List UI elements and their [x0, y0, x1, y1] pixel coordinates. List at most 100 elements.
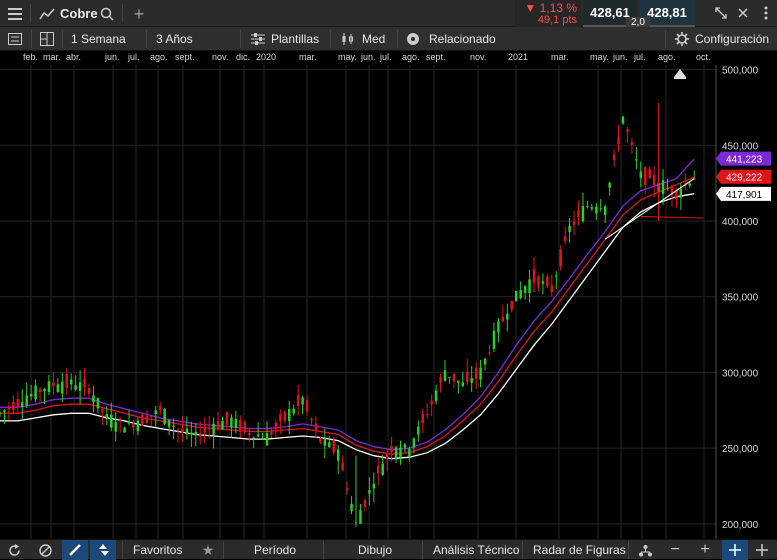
candle	[559, 249, 562, 267]
period-tab[interactable]: Período	[254, 543, 296, 557]
candle	[34, 385, 37, 400]
candle	[563, 236, 567, 242]
zoom-out-icon[interactable]: −	[667, 541, 683, 558]
candle	[408, 448, 411, 458]
drawing-tab[interactable]: Dibujo	[358, 543, 392, 557]
time-axis-label: mar.	[43, 52, 61, 62]
layout-icon[interactable]	[38, 30, 56, 48]
candle	[87, 387, 91, 394]
candle	[350, 503, 353, 512]
candle	[296, 395, 300, 406]
pattern-radar-tab[interactable]: Radar de Figuras	[533, 543, 626, 557]
refresh-icon[interactable]	[6, 542, 22, 558]
candle	[510, 301, 513, 310]
interval-selector[interactable]: 1 Semana	[71, 32, 126, 46]
time-axis-label: sept.	[426, 52, 446, 62]
candle	[154, 410, 157, 414]
price-label: 417,901	[726, 190, 763, 201]
candle	[652, 175, 656, 186]
search-icon[interactable]	[98, 5, 116, 23]
technical-analysis-tab[interactable]: Análisis Técnico	[433, 543, 519, 557]
candle	[118, 420, 122, 422]
candle	[110, 414, 113, 428]
favorites-tab[interactable]: Favoritos	[133, 543, 182, 557]
candle	[519, 289, 522, 298]
divider	[146, 30, 147, 48]
change-panel: ▼ 1,13 % 49,1 pts	[515, 0, 581, 27]
candle	[345, 488, 349, 491]
divider	[30, 4, 31, 22]
candle	[194, 431, 198, 436]
ma-long-line	[0, 193, 695, 460]
candle	[216, 420, 220, 429]
divider	[665, 30, 666, 48]
candle	[256, 434, 260, 437]
ma-short-line	[0, 158, 695, 451]
candle	[332, 440, 335, 453]
menu-icon[interactable]	[6, 5, 24, 23]
candle	[239, 419, 242, 432]
time-axis-label: abr.	[66, 52, 82, 62]
settings-button[interactable]: Configuración	[695, 32, 769, 46]
crosshair-icon[interactable]	[722, 540, 748, 560]
candle	[603, 206, 607, 215]
price-chart[interactable]: 200,000 250,000 300,000 350,000 400,000 450,0…	[0, 65, 777, 539]
star-icon[interactable]: ★	[200, 542, 216, 558]
divider	[323, 541, 324, 559]
candle	[101, 408, 104, 412]
candle	[38, 389, 42, 393]
candle	[96, 397, 100, 409]
chart-canvas[interactable]: 200,000 250,000 300,000 350,000 400,000 450,0…	[0, 65, 777, 539]
divider	[122, 541, 123, 559]
divider	[397, 30, 398, 48]
candle	[230, 417, 233, 428]
price-label: 441,223	[726, 155, 763, 166]
instrument-name[interactable]: Cobre	[60, 6, 98, 21]
candle	[394, 447, 398, 459]
chart-style-button[interactable]: Med	[362, 32, 385, 46]
target-icon-base	[674, 77, 686, 79]
templates-button[interactable]: Plantillas	[271, 32, 319, 46]
more-icon[interactable]	[759, 5, 773, 21]
time-axis-label: mar.	[551, 52, 569, 62]
time-axis-label: may.	[590, 52, 609, 62]
candle	[399, 447, 402, 458]
zoom-in-icon[interactable]: +	[697, 541, 713, 558]
candle	[372, 483, 376, 489]
close-icon[interactable]	[735, 5, 751, 21]
range-selector[interactable]: 3 Años	[156, 32, 193, 46]
add-tab-icon[interactable]: +	[130, 4, 148, 24]
tree-icon[interactable]	[637, 542, 653, 558]
candle	[537, 276, 540, 287]
related-button[interactable]: Relacionado	[429, 32, 496, 46]
move-icon[interactable]	[751, 542, 773, 558]
time-axis-label: dic.	[236, 52, 251, 62]
candle	[412, 438, 416, 448]
candle	[310, 418, 313, 420]
candle	[181, 428, 184, 433]
candle	[0, 412, 2, 414]
candle	[127, 421, 131, 424]
candle	[497, 321, 500, 333]
expand-icon[interactable]	[713, 5, 729, 21]
candle	[590, 207, 594, 209]
candle	[612, 154, 616, 160]
candle	[457, 380, 460, 383]
candle	[577, 210, 580, 218]
candle	[56, 384, 60, 392]
bottom-bar: Favoritos ★ Período Dibujo Análisis Técn…	[0, 539, 777, 560]
list-icon[interactable]	[6, 30, 24, 48]
gear-icon[interactable]	[674, 31, 690, 47]
candle	[377, 465, 380, 474]
clear-icon[interactable]	[37, 542, 53, 558]
candle	[83, 378, 86, 388]
candle	[425, 414, 429, 416]
candle	[105, 414, 109, 419]
candle	[270, 431, 273, 435]
pencil-icon[interactable]	[62, 540, 88, 560]
arrows-icon[interactable]	[90, 540, 116, 560]
candle	[301, 397, 304, 405]
candle	[141, 414, 144, 427]
candle	[203, 427, 206, 433]
candle	[12, 402, 15, 411]
